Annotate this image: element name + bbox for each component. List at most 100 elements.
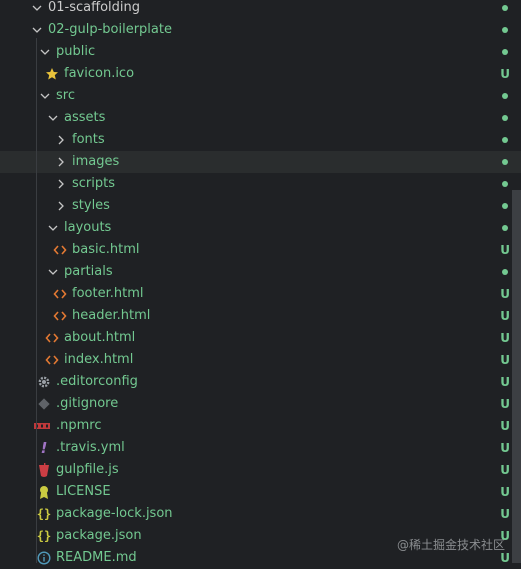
tree-item-label: favicon.ico	[64, 66, 135, 81]
tree-item-folder[interactable]: src	[0, 85, 521, 107]
chevron-down-icon[interactable]	[46, 217, 60, 239]
untracked-badge: U	[500, 485, 510, 499]
tree-item-label: basic.html	[72, 242, 140, 257]
html-icon	[52, 283, 68, 305]
info-icon	[36, 547, 52, 569]
untracked-badge: U	[500, 441, 510, 455]
tree-item-file[interactable]: {} package-lock.json U	[0, 503, 521, 525]
status-dot	[502, 49, 508, 55]
untracked-badge: U	[500, 397, 510, 411]
tree-item-label: styles	[72, 198, 110, 213]
tree-item-label: images	[72, 154, 120, 169]
tree-item-label: README.md	[56, 550, 137, 565]
tree-item-folder[interactable]: 01-scaffolding	[0, 0, 521, 19]
html-icon	[52, 239, 68, 261]
tree-item-label: about.html	[64, 330, 136, 345]
chevron-right-icon[interactable]	[54, 151, 68, 173]
tree-item-folder[interactable]: fonts	[0, 129, 521, 151]
status-dot	[502, 115, 508, 121]
tree-item-file[interactable]: gulpfile.js U	[0, 459, 521, 481]
chevron-down-icon[interactable]	[30, 0, 44, 19]
tree-item-label: .travis.yml	[56, 440, 125, 455]
tree-item-label: public	[56, 44, 96, 59]
tree-item-file[interactable]: .gitignore U	[0, 393, 521, 415]
tree-item-file[interactable]: LICENSE U	[0, 481, 521, 503]
file-explorer-tree: 01-scaffolding 02-gulp-boilerplate publi…	[0, 0, 521, 569]
scrollbar-thumb[interactable]	[512, 190, 521, 563]
tree-item-file[interactable]: favicon.ico U	[0, 63, 521, 85]
tree-item-file[interactable]: footer.html U	[0, 283, 521, 305]
tree-item-label: footer.html	[72, 286, 144, 301]
tree-item-file[interactable]: ! .travis.yml U	[0, 437, 521, 459]
tree-item-folder[interactable]: partials	[0, 261, 521, 283]
untracked-badge: U	[500, 507, 510, 521]
tree-item-folder[interactable]: 02-gulp-boilerplate	[0, 19, 521, 41]
tree-item-label: header.html	[72, 308, 151, 323]
tree-item-file[interactable]: header.html U	[0, 305, 521, 327]
untracked-badge: U	[500, 287, 510, 301]
tree-item-folder[interactable]: assets	[0, 107, 521, 129]
tree-item-label: src	[56, 88, 75, 103]
indent-guide	[36, 38, 37, 563]
tree-item-file[interactable]: about.html U	[0, 327, 521, 349]
tree-item-label: .gitignore	[56, 396, 119, 411]
status-dot	[502, 181, 508, 187]
html-icon	[44, 327, 60, 349]
json-icon: {}	[36, 529, 52, 543]
tree-item-label: 01-scaffolding	[48, 0, 140, 15]
tree-item-label: .npmrc	[56, 418, 102, 433]
chevron-right-icon[interactable]	[54, 129, 68, 151]
tree-item-folder[interactable]: styles	[0, 195, 521, 217]
gear-icon	[36, 371, 52, 393]
untracked-badge: U	[500, 331, 510, 345]
untracked-badge: U	[500, 67, 510, 81]
untracked-badge: U	[500, 463, 510, 477]
tree-item-label: fonts	[72, 132, 105, 147]
gulp-icon	[36, 459, 52, 481]
tree-item-label: LICENSE	[56, 484, 111, 499]
status-dot	[502, 159, 508, 165]
tree-item-label: 02-gulp-boilerplate	[48, 22, 172, 37]
tree-item-folder[interactable]: images	[0, 151, 521, 173]
untracked-badge: U	[500, 353, 510, 367]
chevron-down-icon[interactable]	[38, 41, 52, 63]
chevron-down-icon[interactable]	[46, 107, 60, 129]
chevron-down-icon[interactable]	[30, 19, 44, 41]
chevron-down-icon[interactable]	[38, 85, 52, 107]
star-icon	[44, 63, 60, 85]
json-icon: {}	[36, 507, 52, 521]
tree-item-folder[interactable]: public	[0, 41, 521, 63]
status-dot	[502, 5, 508, 11]
tree-item-label: assets	[64, 110, 106, 125]
untracked-badge: U	[500, 243, 510, 257]
chevron-down-icon[interactable]	[46, 261, 60, 283]
tree-item-label: .editorconfig	[56, 374, 138, 389]
tree-item-folder[interactable]: layouts	[0, 217, 521, 239]
tree-item-file[interactable]: .editorconfig U	[0, 371, 521, 393]
status-dot	[502, 203, 508, 209]
exclamation-icon: !	[40, 439, 48, 457]
status-dot	[502, 225, 508, 231]
license-icon	[36, 481, 52, 503]
chevron-right-icon[interactable]	[54, 173, 68, 195]
chevron-right-icon[interactable]	[54, 195, 68, 217]
tree-item-label: package.json	[56, 528, 142, 543]
html-icon	[44, 349, 60, 371]
tree-item-folder[interactable]: scripts	[0, 173, 521, 195]
tree-item-label: package-lock.json	[56, 506, 173, 521]
html-icon	[52, 305, 68, 327]
tree-item-file[interactable]: basic.html U	[0, 239, 521, 261]
git-icon	[36, 393, 52, 415]
status-dot	[502, 269, 508, 275]
tree-item-label: partials	[64, 264, 113, 279]
tree-item-label: scripts	[72, 176, 115, 191]
watermark: @稀土掘金技术社区	[396, 538, 505, 552]
tree-item-label: gulpfile.js	[56, 462, 119, 477]
untracked-badge: U	[500, 309, 510, 323]
tree-item-label: index.html	[64, 352, 134, 367]
status-dot	[502, 137, 508, 143]
untracked-badge: U	[500, 375, 510, 389]
tree-item-file[interactable]: .npmrc U	[0, 415, 521, 437]
tree-item-file[interactable]: index.html U	[0, 349, 521, 371]
tree-item-label: layouts	[64, 220, 112, 235]
